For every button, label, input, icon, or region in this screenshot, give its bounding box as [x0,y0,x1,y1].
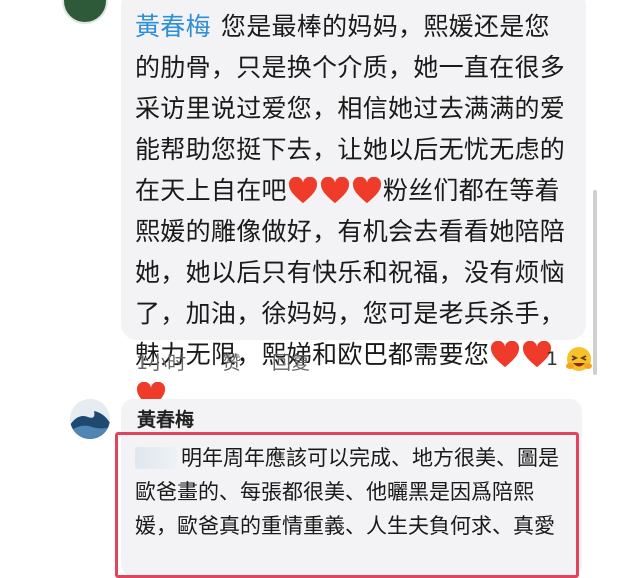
comment-time: 1小时 [136,352,187,374]
like-button[interactable]: 赞 [222,348,241,375]
heart-icon [288,177,317,204]
comment-text: 明年周年應該可以完成、地方很美、圖是歐爸畫的、每張都很美、他曬黑是因爲陪熙媛，歐… [135,441,565,543]
scrollbar[interactable] [593,190,597,375]
comment-meta-row: 1小时 赞 回复 1 [136,347,596,378]
laughing-face-icon[interactable] [564,344,594,374]
avatar[interactable] [70,399,110,439]
blurred-name [135,447,177,469]
reply-to-name[interactable]: 黃春梅 [135,12,211,41]
wave-avatar-icon [70,399,110,439]
heart-icon [352,177,381,204]
comment-author-name[interactable]: 黃春梅 [137,405,194,432]
avatar-top[interactable] [62,0,108,24]
comment2-body: 明年周年應該可以完成、地方很美、圖是歐爸畫的、每張都很美、他曬黑是因爲陪熙媛，歐… [135,446,559,538]
reaction-count: 1 [546,348,559,370]
heart-icon [320,177,349,204]
reply-button[interactable]: 回复 [272,348,310,375]
